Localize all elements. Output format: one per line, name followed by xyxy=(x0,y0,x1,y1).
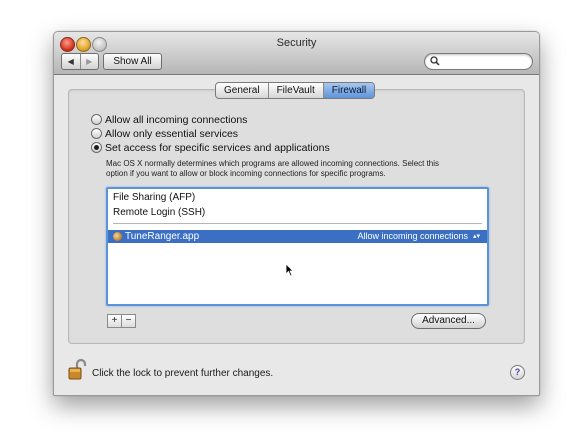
tuneranger-app-icon xyxy=(113,232,122,241)
list-divider xyxy=(113,223,482,224)
up-down-arrows-icon[interactable]: ▴▾ xyxy=(473,230,480,243)
back-arrow-icon: ◀ xyxy=(67,57,74,66)
radio-button-selected[interactable] xyxy=(91,142,102,153)
connection-policy-popup[interactable]: Allow incoming connections xyxy=(357,230,468,243)
help-button[interactable]: ? xyxy=(510,365,525,380)
security-preferences-window: Security ◀ ▶ Show All General FileVault … xyxy=(53,31,540,396)
magnifier-icon xyxy=(430,56,440,66)
mouse-pointer-icon xyxy=(285,263,294,277)
radio-label-essential-services: Allow only essential services xyxy=(105,127,239,140)
navigation-buttons: ◀ ▶ xyxy=(61,53,99,70)
radio-label-specific-access: Set access for specific services and app… xyxy=(105,141,330,154)
lock-text: Click the lock to prevent further change… xyxy=(92,368,274,379)
radio-button[interactable] xyxy=(91,114,102,125)
radio-label-allow-all: Allow all incoming connections xyxy=(105,113,248,126)
tab-general[interactable]: General xyxy=(216,83,269,98)
titlebar: Security ◀ ▶ Show All xyxy=(54,32,539,75)
search-field[interactable] xyxy=(424,53,533,70)
services-applications-list[interactable]: File Sharing (AFP) Remote Login (SSH) Tu… xyxy=(106,187,489,306)
window-title: Security xyxy=(276,37,317,49)
app-row-selected[interactable]: TuneRanger.app Allow incoming connection… xyxy=(108,230,487,243)
back-button[interactable]: ◀ xyxy=(62,54,81,69)
firewall-description: Mac OS X normally determines which progr… xyxy=(106,159,486,179)
open-lock-icon[interactable] xyxy=(67,358,87,380)
add-button[interactable]: + xyxy=(108,315,122,327)
tab-filevault[interactable]: FileVault xyxy=(269,83,324,98)
preference-tabs: General FileVault Firewall xyxy=(215,82,376,99)
description-line: option if you want to allow or block inc… xyxy=(106,169,386,178)
radio-button[interactable] xyxy=(91,128,102,139)
service-file-sharing[interactable]: File Sharing (AFP) xyxy=(113,192,195,203)
add-remove-buttons: + − xyxy=(107,314,136,328)
advanced-button[interactable]: Advanced... xyxy=(411,313,486,329)
show-all-button[interactable]: Show All xyxy=(103,53,162,70)
description-line: Mac OS X normally determines which progr… xyxy=(106,159,440,168)
radio-allow-all[interactable]: Allow all incoming connections xyxy=(91,113,247,126)
remove-button[interactable]: − xyxy=(122,315,135,327)
tab-firewall[interactable]: Firewall xyxy=(323,83,375,98)
forward-button[interactable]: ▶ xyxy=(81,54,99,69)
radio-essential-services[interactable]: Allow only essential services xyxy=(91,127,238,140)
radio-specific-access[interactable]: Set access for specific services and app… xyxy=(91,141,330,154)
app-name: TuneRanger.app xyxy=(125,231,200,242)
service-remote-login[interactable]: Remote Login (SSH) xyxy=(113,207,205,218)
forward-arrow-icon: ▶ xyxy=(86,57,93,66)
